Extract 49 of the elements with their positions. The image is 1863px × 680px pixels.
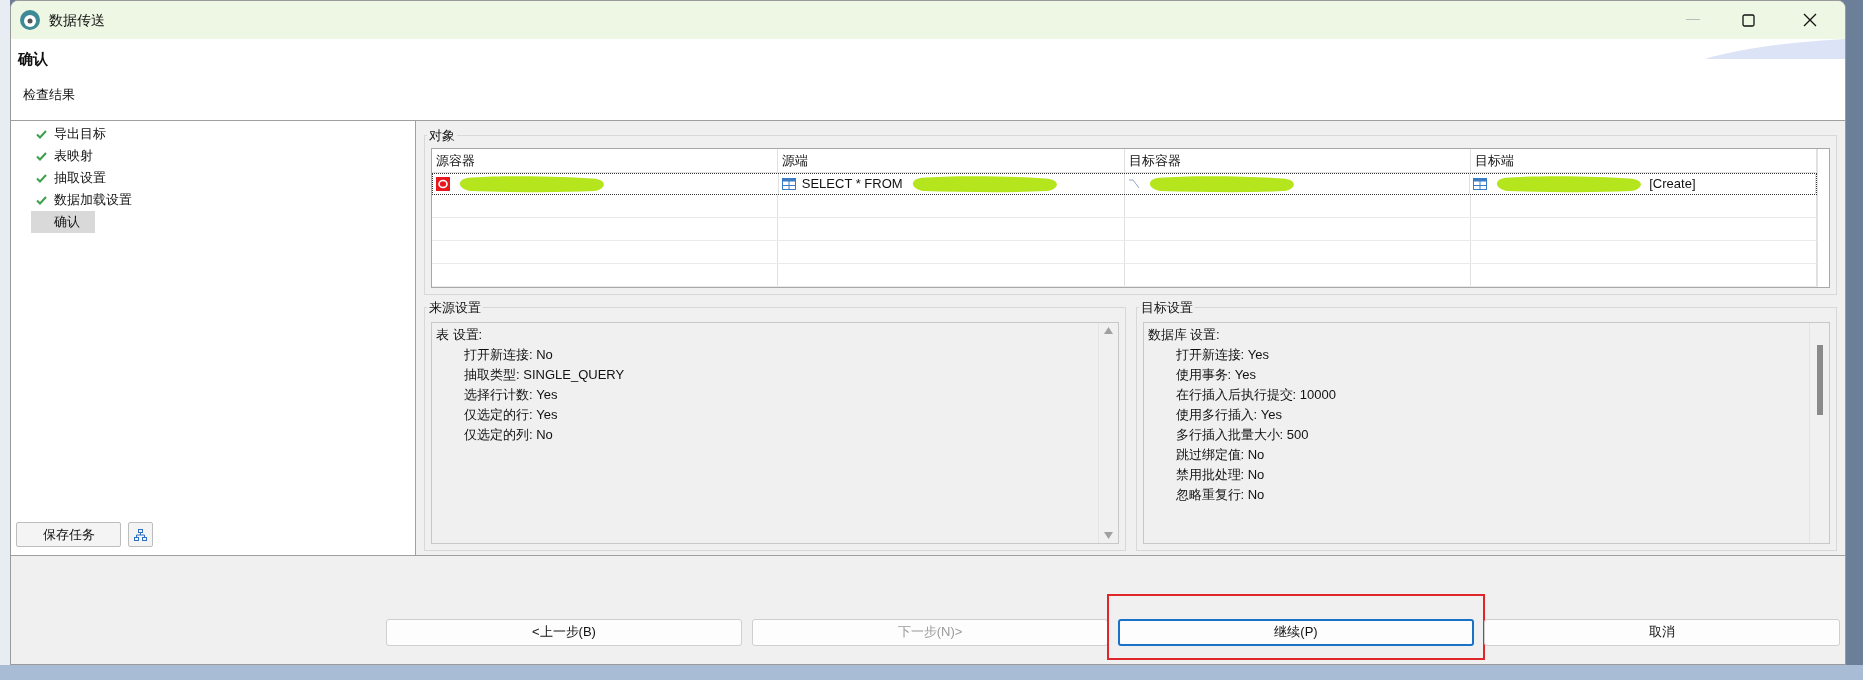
wizard-step[interactable]: 抽取设置 xyxy=(31,167,121,189)
setting-line: 忽略重复行: No xyxy=(1174,486,1266,504)
check-icon xyxy=(35,173,47,183)
setting-line: 在行插入后执行提交: 10000 xyxy=(1174,386,1337,404)
page-title: 确认 xyxy=(18,49,48,69)
wizard-step[interactable]: 导出目标 xyxy=(31,123,121,145)
column-header[interactable]: 目标容器 xyxy=(1124,149,1471,172)
wizard-step[interactable]: 表映射 xyxy=(31,145,108,167)
tree-view-button[interactable] xyxy=(128,522,153,547)
check-icon xyxy=(35,195,47,205)
hierarchy-icon xyxy=(134,528,147,541)
table-cell-text: [Create] xyxy=(1649,175,1696,194)
window-title: 数据传送 xyxy=(49,10,105,30)
table-cell-text: SELECT * FROM xyxy=(801,175,903,194)
setting-line: 使用多行插入: Yes xyxy=(1174,406,1283,424)
table-row[interactable]: SELECT * FROM [Create] xyxy=(432,173,1817,195)
setting-line: 多行插入批量大小: 500 xyxy=(1174,426,1310,444)
setting-line: 选择行计数: Yes xyxy=(463,386,559,404)
save-task-button[interactable]: 保存任务 xyxy=(16,522,121,547)
wizard-button[interactable]: <上一步(B) xyxy=(386,618,742,646)
settings-heading: 表 设置: xyxy=(436,326,484,344)
check-icon xyxy=(35,151,47,161)
settings-heading: 数据库 设置: xyxy=(1147,326,1221,344)
setting-line: 仅选定的行: Yes xyxy=(463,406,559,424)
column-header[interactable]: 源容器 xyxy=(432,149,779,172)
maximize-icon[interactable] xyxy=(1742,13,1755,27)
close-icon[interactable] xyxy=(1803,13,1817,27)
wizard-step[interactable]: 确认 xyxy=(31,211,95,233)
table-icon xyxy=(1473,178,1488,190)
setting-line: 打开新连接: No xyxy=(463,346,554,364)
setting-line: 抽取类型: SINGLE_QUERY xyxy=(463,366,626,384)
setting-line: 使用事务: Yes xyxy=(1174,366,1257,384)
scroll-up-icon[interactable] xyxy=(1103,327,1113,334)
table-icon xyxy=(781,178,796,190)
app-icon xyxy=(19,9,41,31)
column-header[interactable]: 源端 xyxy=(778,149,1125,172)
check-icon xyxy=(35,129,47,139)
minimize-icon[interactable] xyxy=(1686,19,1700,21)
column-header[interactable]: 目标端 xyxy=(1470,149,1817,172)
wizard-step[interactable]: 数据加载设置 xyxy=(31,189,147,211)
wizard-button[interactable]: 取消 xyxy=(1484,618,1840,646)
setting-line: 禁用批处理: No xyxy=(1174,466,1266,484)
page-subtitle: 检查结果 xyxy=(23,85,75,104)
setting-line: 仅选定的列: No xyxy=(463,426,554,444)
setting-line: 跳过绑定值: No xyxy=(1174,446,1266,464)
wizard-button[interactable]: 继续(P) xyxy=(1118,618,1474,646)
database-icon xyxy=(436,177,450,191)
setting-line: 打开新连接: Yes xyxy=(1174,346,1270,364)
scroll-down-icon[interactable] xyxy=(1103,532,1113,539)
